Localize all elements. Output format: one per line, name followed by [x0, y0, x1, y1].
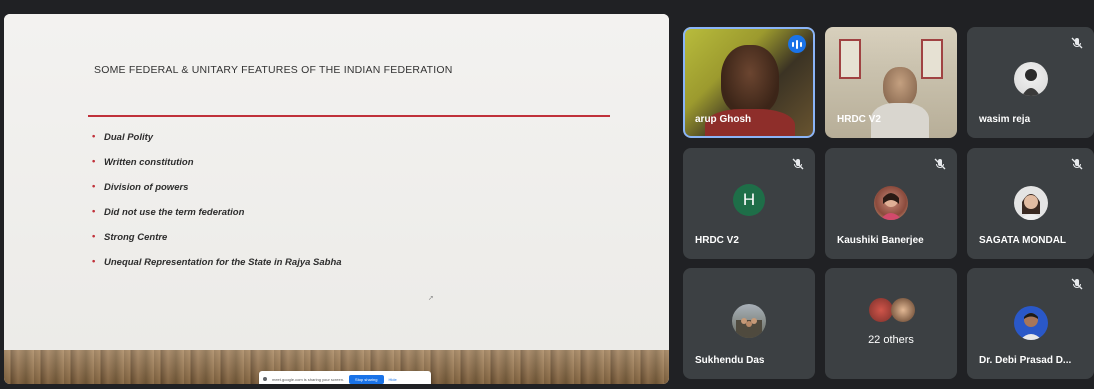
slide-title: SOME FEDERAL & UNITARY FEATURES OF THE I… [94, 64, 453, 76]
participant-avatar [1013, 306, 1048, 340]
participant-avatar [1013, 186, 1048, 220]
others-count: 22 others [868, 334, 914, 346]
mic-off-icon [1071, 278, 1083, 290]
participant-name: SAGATA MONDAL [979, 235, 1067, 246]
participant-avatar [1013, 62, 1048, 96]
slide: SOME FEDERAL & UNITARY FEATURES OF THE I… [4, 14, 669, 350]
stop-sharing-button[interactable]: Stop sharing [349, 374, 384, 384]
participant-video [883, 67, 917, 107]
slide-divider [88, 115, 610, 117]
participant-name: Kaushiki Banerjee [837, 235, 924, 246]
speaking-indicator-icon [788, 35, 806, 53]
participant-avatar [732, 304, 766, 338]
participant-letter-avatar: H [733, 184, 765, 216]
background-window [839, 39, 861, 79]
participant-tile[interactable]: SAGATA MONDAL [967, 148, 1094, 259]
participant-name: wasim reja [979, 114, 1031, 125]
mic-off-icon [792, 158, 804, 170]
participant-name: HRDC V2 [837, 114, 881, 125]
participant-tile[interactable]: H HRDC V2 [683, 148, 815, 259]
participant-tile[interactable]: Sukhendu Das [683, 268, 815, 379]
presentation-area: SOME FEDERAL & UNITARY FEATURES OF THE I… [4, 14, 669, 384]
participant-avatar [874, 186, 908, 220]
meet-window: SOME FEDERAL & UNITARY FEATURES OF THE I… [0, 0, 1094, 389]
bullet-item: Written constitution [92, 156, 342, 182]
share-message: meet.google.com is sharing your screen. [272, 376, 345, 382]
participant-name: Dr. Debi Prasad D... [979, 355, 1072, 366]
share-status-icon [263, 377, 267, 381]
others-avatar [869, 298, 893, 322]
participant-tile[interactable]: wasim reja [967, 27, 1094, 138]
hide-share-bar-link[interactable]: Hide [389, 377, 397, 382]
bullet-item: Division of powers [92, 181, 342, 207]
participant-tile[interactable]: 22 others [825, 268, 957, 379]
participant-tile[interactable]: Dr. Debi Prasad D... [967, 268, 1094, 379]
participant-tile[interactable]: HRDC V2 [825, 27, 957, 138]
bullet-item: Unequal Representation for the State in … [92, 256, 342, 282]
mic-off-icon [1071, 158, 1083, 170]
others-avatar [891, 298, 915, 322]
mouse-cursor-icon: ➚ [428, 295, 434, 302]
mic-off-icon [1071, 37, 1083, 49]
background-window [921, 39, 943, 79]
bullet-list: Dual Polity Written constitution Divisio… [92, 131, 342, 282]
bullet-item: Strong Centre [92, 231, 342, 257]
participant-tile[interactable]: arup Ghosh [683, 27, 815, 138]
mic-off-icon [934, 158, 946, 170]
bullet-item: Did not use the term federation [92, 206, 342, 232]
participant-name: HRDC V2 [695, 235, 739, 246]
participant-name: Sukhendu Das [695, 355, 765, 366]
participant-tile[interactable]: Kaushiki Banerjee [825, 148, 957, 259]
bullet-item: Dual Polity [92, 131, 342, 157]
participant-name: arup Ghosh [695, 114, 752, 125]
screen-share-bar: meet.google.com is sharing your screen. … [259, 371, 431, 384]
